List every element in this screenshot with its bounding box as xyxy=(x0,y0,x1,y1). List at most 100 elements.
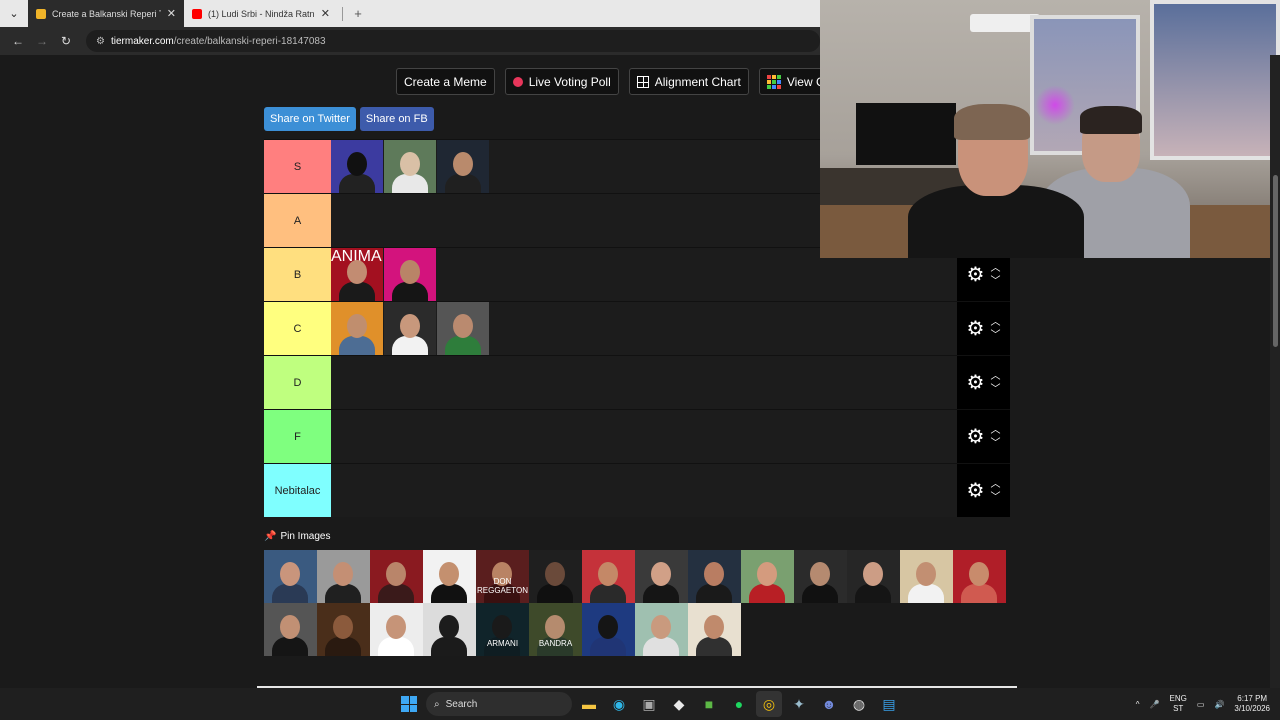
gear-icon[interactable]: ⚙ xyxy=(967,370,985,395)
chevron-up-icon[interactable]: ︿ xyxy=(990,424,1000,437)
rapper-image[interactable] xyxy=(384,248,436,301)
tier-label[interactable]: D xyxy=(264,356,331,409)
chrome-icon[interactable]: ◎ xyxy=(756,691,782,717)
alignment-chart-button[interactable]: Alignment Chart xyxy=(628,68,749,95)
tier-label[interactable]: C xyxy=(264,302,331,355)
tab-tiermaker[interactable]: Create a Balkanski Reperi Tier L ✕ xyxy=(28,0,184,27)
chevron-up-icon[interactable]: ︿ xyxy=(990,262,1000,275)
microphone-icon[interactable]: 🎤 xyxy=(1150,700,1160,709)
rapper-image[interactable] xyxy=(370,603,423,656)
reload-icon[interactable]: ↻ xyxy=(56,31,76,51)
rapper-image[interactable] xyxy=(582,550,635,603)
steam-icon[interactable]: ✦ xyxy=(786,691,812,717)
rapper-image[interactable] xyxy=(635,550,688,603)
gear-icon[interactable]: ⚙ xyxy=(967,478,985,503)
tier-label[interactable]: S xyxy=(264,140,331,193)
chevron-up-icon[interactable]: ︿ xyxy=(990,478,1000,491)
new-tab-plus-icon[interactable]: + xyxy=(349,5,367,23)
rapper-image[interactable] xyxy=(688,603,741,656)
rapper-image[interactable] xyxy=(423,603,476,656)
taskbar-search[interactable]: ⌕ Search xyxy=(426,692,572,716)
speaker-icon[interactable]: 🔊 xyxy=(1214,700,1224,709)
rapper-image[interactable] xyxy=(437,302,489,355)
tab-search-chevron-icon[interactable]: ⌄ xyxy=(0,0,28,27)
address-bar[interactable]: ⚙ tiermaker.com/create/balkanski-reperi-… xyxy=(86,30,820,52)
edge-icon[interactable]: ◉ xyxy=(606,691,632,717)
discord-icon[interactable]: ☻ xyxy=(816,691,842,717)
network-icon[interactable]: ▭ xyxy=(1197,700,1205,709)
share-fb-button[interactable]: Share on FB xyxy=(359,107,434,131)
rapper-image[interactable] xyxy=(423,550,476,603)
rapper-image[interactable] xyxy=(582,603,635,656)
app-icon[interactable]: ◆ xyxy=(666,691,692,717)
chevron-down-icon[interactable]: ﹀ xyxy=(990,329,1000,342)
rapper-image[interactable] xyxy=(437,140,489,193)
rapper-image[interactable] xyxy=(264,550,317,603)
back-arrow-icon[interactable]: ← xyxy=(8,31,28,51)
tier-drop-zone[interactable] xyxy=(331,356,957,409)
tier-label[interactable]: B xyxy=(264,248,331,301)
rapper-image[interactable] xyxy=(370,550,423,603)
rapper-image[interactable] xyxy=(847,550,900,603)
rapper-image[interactable] xyxy=(331,302,383,355)
portrait-body xyxy=(272,584,308,603)
photos-icon[interactable]: ▤ xyxy=(876,691,902,717)
chevron-down-icon[interactable]: ﹀ xyxy=(990,491,1000,504)
tier-drop-zone[interactable] xyxy=(331,302,957,355)
gear-icon[interactable]: ⚙ xyxy=(967,424,985,449)
rapper-image[interactable] xyxy=(741,550,794,603)
tab-youtube[interactable]: (1) Ludi Srbi - Nindža Ratnik ✕ xyxy=(184,0,338,27)
image-caption: DON REGGAETON xyxy=(477,577,528,595)
rapper-image[interactable]: DON REGGAETON xyxy=(476,550,529,603)
start-windows-icon[interactable] xyxy=(396,691,422,717)
tier-label[interactable]: A xyxy=(264,194,331,247)
tray-overflow-chevron-icon[interactable]: ^ xyxy=(1136,700,1140,709)
rapper-image[interactable] xyxy=(384,140,436,193)
gear-icon[interactable]: ⚙ xyxy=(967,262,985,287)
minecraft-icon[interactable]: ■ xyxy=(696,691,722,717)
rapper-image[interactable] xyxy=(794,550,847,603)
live-voting-poll-button[interactable]: Live Voting Poll xyxy=(504,68,619,95)
file-explorer-icon[interactable]: ▬ xyxy=(576,691,602,717)
chevron-down-icon[interactable]: ﹀ xyxy=(990,383,1000,396)
chevron-down-icon[interactable]: ﹀ xyxy=(990,437,1000,450)
rapper-image[interactable]: BANDRA xyxy=(529,603,582,656)
share-twitter-button[interactable]: Share on Twitter xyxy=(264,107,356,131)
tier-label[interactable]: Nebitalac xyxy=(264,464,331,517)
tier-drop-zone[interactable] xyxy=(331,410,957,463)
tier-drop-zone[interactable] xyxy=(331,464,957,517)
forward-arrow-icon[interactable]: → xyxy=(32,31,52,51)
rapper-image[interactable] xyxy=(384,302,436,355)
page-scrollbar[interactable] xyxy=(1270,55,1280,688)
rapper-image[interactable]: ANIMA xyxy=(331,248,383,301)
clock[interactable]: 6:17 PM 3/10/2026 xyxy=(1234,694,1270,714)
rapper-image[interactable] xyxy=(317,603,370,656)
site-info-icon[interactable]: ⚙ xyxy=(96,36,105,47)
store-icon[interactable]: ▣ xyxy=(636,691,662,717)
language-indicator[interactable]: ENG ST xyxy=(1170,694,1187,714)
rapper-image[interactable] xyxy=(953,550,1006,603)
spotify-icon[interactable]: ● xyxy=(726,691,752,717)
rapper-image[interactable]: ARMANI xyxy=(476,603,529,656)
tier-controls: ⚙ ︿﹀ xyxy=(957,356,1010,409)
rapper-image[interactable] xyxy=(635,603,688,656)
tier-label[interactable]: F xyxy=(264,410,331,463)
scrollbar-thumb[interactable] xyxy=(1273,175,1278,347)
rapper-image[interactable] xyxy=(331,140,383,193)
pin-images-toggle[interactable]: 📌 Pin Images xyxy=(264,531,330,542)
tab-close-icon[interactable]: ✕ xyxy=(167,7,176,20)
browser-tab-strip: ⌄ Create a Balkanski Reperi Tier L ✕ (1)… xyxy=(0,0,820,27)
chevron-up-icon[interactable]: ︿ xyxy=(990,316,1000,329)
rapper-image[interactable] xyxy=(264,603,317,656)
gear-icon[interactable]: ⚙ xyxy=(967,316,985,341)
chevron-up-icon[interactable]: ︿ xyxy=(990,370,1000,383)
rapper-image[interactable] xyxy=(529,550,582,603)
obs-icon[interactable]: ◍ xyxy=(846,691,872,717)
rapper-image[interactable] xyxy=(900,550,953,603)
rapper-image[interactable] xyxy=(688,550,741,603)
rapper-image[interactable] xyxy=(317,550,370,603)
create-meme-button[interactable]: Create a Meme xyxy=(396,68,495,95)
chevron-down-icon[interactable]: ﹀ xyxy=(990,275,1000,288)
portrait-face xyxy=(333,615,353,639)
tab-close-icon[interactable]: ✕ xyxy=(321,7,330,20)
